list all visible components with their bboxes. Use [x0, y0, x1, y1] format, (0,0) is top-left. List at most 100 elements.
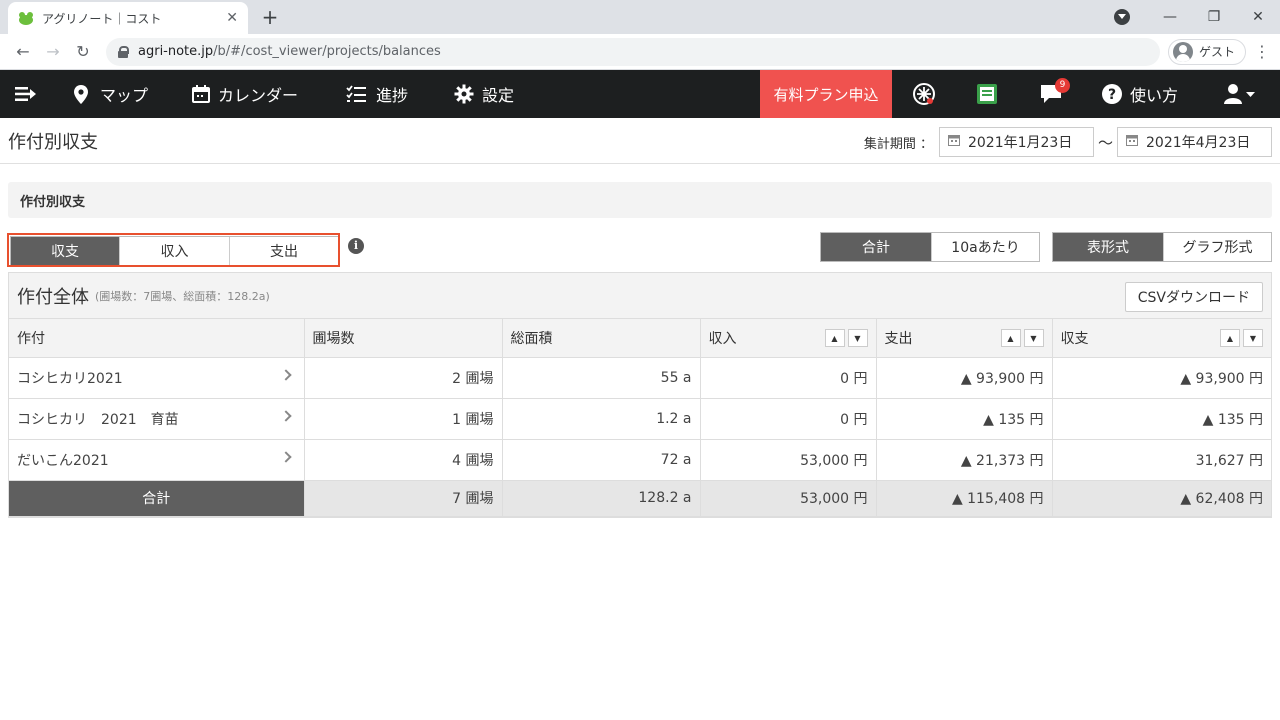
crop-name-cell[interactable]: コシヒカリ2021 — [9, 357, 305, 399]
panel-subtitle: (圃場数：7圃場、総面積：128.2a) — [95, 289, 270, 303]
notification-chat-icon[interactable]: 9 — [1040, 78, 1070, 104]
crop-name-cell[interactable]: コシヒカリ 2021 育苗 — [9, 398, 305, 440]
help-circle-icon: ? — [1102, 84, 1122, 104]
checklist-icon — [346, 85, 367, 103]
view-table-tab[interactable]: 表形式 — [1053, 233, 1163, 261]
url-path: /b/#/cost_viewer/projects/balances — [213, 44, 441, 59]
period-label: 集計期間 ： — [863, 136, 933, 152]
mode-expense-tab[interactable]: 支出 — [229, 237, 338, 265]
sort-desc-icon[interactable]: ▼ — [1243, 329, 1263, 347]
menu-toggle-button[interactable] — [0, 70, 52, 118]
table-row[interactable]: だいこん2021 4 圃場 72 a 53,000 円 ▲ 21,373 円 3… — [9, 439, 1271, 481]
expense-cell: ▲ 135 円 — [876, 398, 1053, 440]
crop-name-cell[interactable]: だいこん2021 — [9, 439, 305, 481]
table-row[interactable]: コシヒカリ2021 2 圃場 55 a 0 円 ▲ 93,900 円 ▲ 93,… — [9, 357, 1271, 399]
nav-calendar-label: カレンダー — [218, 86, 299, 105]
area-cell: 72 a — [502, 439, 701, 481]
date-separator: ～ — [1097, 133, 1113, 152]
map-pin-icon — [74, 84, 88, 104]
nav-settings[interactable]: 設定 — [454, 70, 514, 118]
app-navbar: マップ カレンダー 進捗 設定 有料プラン申込 9 ? 使い方 — [0, 70, 1280, 118]
balance-cell: ▲ 93,900 円 — [1052, 357, 1271, 399]
unit-toggle: 合計 10aあたり — [820, 232, 1040, 262]
info-icon[interactable]: i — [348, 238, 364, 254]
restore-icon[interactable]: ❐ — [1192, 9, 1236, 25]
total-area: 128.2 a — [502, 480, 701, 517]
col-header-balance: 収支 ▲ ▼ — [1052, 319, 1271, 358]
col-header-balance-label: 収支 — [1060, 330, 1089, 347]
close-tab-icon[interactable]: ✕ — [226, 10, 238, 26]
period-selector: 集計期間 ： 2021年1月23日 ～ 2021年4月23日 — [864, 127, 1272, 157]
field-count-cell: 1 圃場 — [304, 398, 503, 440]
col-header-area: 総面積 — [502, 319, 701, 358]
sort-desc-icon[interactable]: ▼ — [847, 329, 868, 347]
gear-icon — [454, 84, 474, 104]
expense-cell: ▲ 93,900 円 — [876, 357, 1053, 399]
lock-icon — [118, 45, 129, 58]
sort-asc-icon[interactable]: ▲ — [1000, 329, 1021, 347]
unit-per10a-tab[interactable]: 10aあたり — [931, 233, 1039, 261]
rice-circle-icon[interactable] — [912, 82, 936, 106]
expense-cell: ▲ 21,373 円 — [876, 439, 1053, 481]
crop-name: だいこん2021 — [17, 452, 109, 469]
green-book-icon[interactable] — [976, 83, 998, 105]
csv-download-button[interactable]: CSVダウンロード — [1124, 282, 1263, 312]
sort-asc-icon[interactable]: ▲ — [1220, 329, 1240, 347]
col-header-income: 収入 ▲ ▼ — [700, 319, 877, 358]
window-controls: — ❐ ✕ — [1148, 0, 1280, 34]
date-to-field[interactable]: 2021年4月23日 — [1117, 127, 1272, 157]
field-count-cell: 4 圃場 — [304, 439, 503, 481]
col-header-crop: 作付 — [9, 319, 305, 358]
col-header-fields: 圃場数 — [304, 319, 503, 358]
svg-text:?: ? — [1108, 87, 1116, 103]
profile-label: ゲスト — [1198, 45, 1235, 59]
total-label: 合計 — [9, 480, 305, 517]
close-window-icon[interactable]: ✕ — [1236, 9, 1280, 25]
date-from-field[interactable]: 2021年1月23日 — [938, 127, 1094, 157]
minimize-icon[interactable]: — — [1148, 9, 1192, 25]
crop-name: コシヒカリ 2021 育苗 — [17, 411, 179, 428]
sort-desc-icon[interactable]: ▼ — [1023, 329, 1044, 347]
col-header-income-label: 収入 — [708, 330, 737, 347]
forward-icon[interactable]: → — [38, 42, 68, 61]
navbar-right: 9 ? 使い方 — [892, 70, 1256, 118]
back-icon[interactable]: ← — [8, 42, 38, 61]
unit-total-tab[interactable]: 合計 — [821, 233, 931, 261]
reload-icon[interactable]: ↻ — [68, 42, 98, 61]
nav-help[interactable]: ? 使い方 — [1102, 70, 1178, 118]
income-cell: 0 円 — [700, 357, 877, 399]
nav-progress-label: 進捗 — [376, 86, 409, 105]
page-header: 作付別収支 集計期間 ： 2021年1月23日 ～ 2021年4月23日 — [0, 118, 1280, 164]
balance-table: 作付 圃場数 総面積 収入 ▲ ▼ 支出 ▲ ▼ 収支 ▲ ▼ コシヒカリ2021 — [9, 319, 1271, 517]
nav-progress[interactable]: 進捗 — [346, 70, 408, 118]
nav-map-label: マップ — [100, 86, 149, 105]
total-row: 合計 7 圃場 128.2 a 53,000 円 ▲ 115,408 円 ▲ 6… — [9, 480, 1271, 517]
table-row[interactable]: コシヒカリ 2021 育苗 1 圃場 1.2 a 0 円 ▲ 135 円 ▲ 1… — [9, 398, 1271, 440]
table-header-row: 作付 圃場数 総面積 収入 ▲ ▼ 支出 ▲ ▼ 収支 ▲ ▼ — [9, 319, 1271, 358]
sort-asc-icon[interactable]: ▲ — [824, 329, 845, 347]
new-tab-icon[interactable]: + — [258, 5, 282, 29]
browser-address-bar: ← → ↻ agri-note.jp/b/#/cost_viewer/proje… — [0, 34, 1280, 70]
menu-arrow-icon — [15, 86, 37, 102]
avatar-icon — [1172, 41, 1193, 62]
area-cell: 1.2 a — [502, 398, 701, 440]
calendar-small-icon — [1126, 134, 1138, 150]
paid-plan-button[interactable]: 有料プラン申込 — [760, 70, 892, 118]
income-cell: 53,000 円 — [700, 439, 877, 481]
tab-search-icon[interactable] — [1114, 9, 1130, 25]
menu-kebab-icon[interactable]: ⋮ — [1252, 42, 1272, 61]
url-field[interactable]: agri-note.jp/b/#/cost_viewer/projects/ba… — [106, 37, 1160, 66]
mode-income-tab[interactable]: 収入 — [119, 237, 229, 265]
user-menu-icon[interactable] — [1224, 83, 1256, 105]
crop-summary-panel: 作付全体 (圃場数：7圃場、総面積：128.2a) CSVダウンロード 作付 圃… — [8, 272, 1272, 518]
browser-tab[interactable]: アグリノート｜コスト ✕ — [8, 2, 248, 34]
area-cell: 55 a — [502, 357, 701, 399]
panel-title: 作付全体 — [17, 286, 89, 308]
calendar-icon — [192, 85, 211, 103]
chevron-right-icon — [279, 368, 292, 381]
view-graph-tab[interactable]: グラフ形式 — [1163, 233, 1271, 261]
mode-balance-tab[interactable]: 収支 — [11, 237, 119, 265]
nav-map[interactable]: マップ — [74, 70, 148, 118]
nav-calendar[interactable]: カレンダー — [192, 70, 298, 118]
profile-button[interactable]: ゲスト — [1167, 38, 1246, 65]
